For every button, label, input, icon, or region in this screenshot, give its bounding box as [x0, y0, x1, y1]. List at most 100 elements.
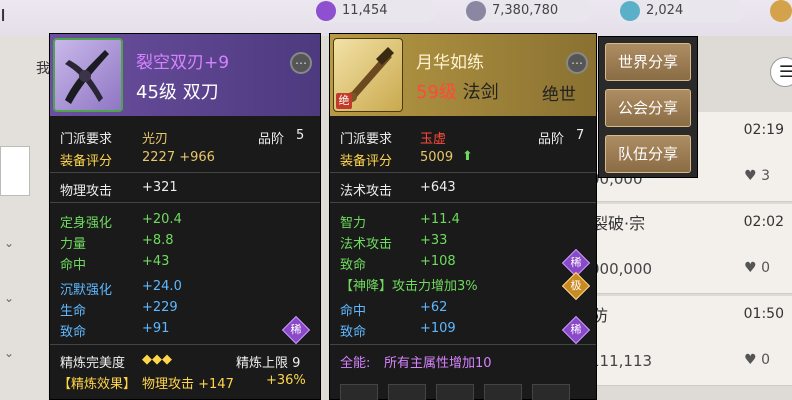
stat-value: +43: [142, 254, 170, 269]
share-panel: 世界分享 公会分享 队伍分享: [598, 36, 698, 178]
sect-label: 门派要求: [60, 132, 113, 147]
gem-slot[interactable]: [532, 384, 570, 400]
stat-label: 定身强化: [60, 216, 113, 231]
chevron-down-icon[interactable]: ⌄: [4, 396, 14, 400]
stat-label: 致命: [340, 325, 367, 340]
allround-label: 全能:: [340, 356, 371, 371]
refine-diamonds: ◆◆◆: [142, 352, 172, 367]
row-time: 02:02: [743, 214, 784, 230]
currency-value: 7,380,780: [492, 3, 559, 18]
gem-slot[interactable]: [340, 384, 378, 400]
divider: [50, 172, 320, 173]
item-icon: 绝: [333, 38, 403, 112]
page-title-fragment: ı: [0, 2, 7, 27]
rare-badge: 稀: [561, 315, 591, 345]
row-amount: 111,113: [590, 352, 653, 370]
row-time: 02:19: [743, 122, 784, 138]
sect-value: 光刃: [142, 132, 169, 147]
stat-label: 沉默强化: [60, 283, 113, 298]
stat-value: +643: [420, 180, 456, 195]
stat-label: 法术攻击: [340, 184, 393, 199]
extreme-badge-label: 极: [570, 279, 582, 292]
gem-slot[interactable]: [484, 384, 522, 400]
stat-label: 智力: [340, 216, 367, 231]
stat-value: +24.0: [142, 279, 182, 294]
score-value: 2227 +966: [142, 150, 215, 165]
jueshi-badge: 绝: [336, 93, 352, 109]
extreme-badge: 极: [561, 271, 591, 301]
chevron-down-icon[interactable]: ⌄: [4, 291, 14, 305]
rare-badge-label: 稀: [570, 323, 582, 336]
like-count[interactable]: ♥ 3: [744, 168, 770, 184]
item-level: 59级: [416, 82, 457, 103]
stat-label: 命中: [340, 304, 367, 319]
grade-value: 7: [576, 128, 585, 143]
team-share-button[interactable]: 队伍分享: [605, 135, 691, 173]
gem-slot[interactable]: [388, 384, 426, 400]
more-options-icon[interactable]: ⋯: [290, 52, 312, 74]
stat-value: +229: [142, 300, 178, 315]
refine-effect-label: 【精炼效果】: [58, 377, 137, 392]
feather-icon: [316, 1, 336, 21]
like-value: 0: [761, 260, 770, 276]
gem-slot[interactable]: [436, 384, 474, 400]
row-time: 01:50: [743, 306, 784, 322]
score-value: 5009: [420, 150, 454, 165]
shenjiang-effect: 【神降】攻击力增加3%: [340, 279, 478, 294]
divider: [50, 202, 320, 203]
like-count[interactable]: ♥ 0: [744, 260, 770, 276]
item-level-type: 59级 法剑: [416, 78, 499, 104]
gem-icon: [620, 1, 640, 21]
item-tooltip-dual-blades: 裂空双刃+9 45级 双刀 ⋯ 门派要求 光刃 品阶 5 装备评分 2227 +…: [49, 33, 321, 400]
more-options-icon[interactable]: ⋯: [566, 52, 588, 74]
refine-label: 精炼完美度: [60, 356, 126, 371]
stat-label: 生命: [60, 304, 87, 319]
allround-value: 所有主属性增加10: [384, 356, 492, 371]
item-type: 法剑: [462, 82, 499, 103]
score-label: 装备评分: [60, 154, 113, 169]
chevron-down-icon[interactable]: ⌄: [4, 236, 14, 250]
menu-icon[interactable]: ☰: [770, 57, 792, 87]
tab-mine[interactable]: 我: [36, 58, 50, 78]
like-count[interactable]: ♥ 0: [744, 352, 770, 368]
item-tooltip-moon-sword: 绝 月华如练 59级 法剑 ⋯ 绝世 门派要求 玉虚 品阶 7 装备评分 500…: [329, 33, 597, 400]
item-icon: [53, 38, 123, 112]
item-header: 绝 月华如练 59级 法剑 ⋯ 绝世: [330, 34, 596, 116]
grade-label: 品阶: [258, 132, 285, 147]
currency-gem: 2,024: [616, 0, 746, 22]
jueshi-label: 绝世: [542, 85, 576, 105]
item-level-type: 45级 双刀: [136, 82, 219, 103]
divider: [330, 202, 596, 203]
score-label: 装备评分: [340, 154, 393, 169]
stat-value: +8.8: [142, 233, 174, 248]
stat-value: +33: [420, 233, 448, 248]
item-name: 月华如练: [416, 53, 484, 73]
stat-label: 力量: [60, 237, 87, 252]
row-name: 裂破·宗: [592, 214, 646, 233]
world-share-button[interactable]: 世界分享: [605, 43, 691, 81]
silver-coin-icon: [466, 1, 486, 21]
stat-label: 命中: [60, 258, 87, 273]
currency-feather: 11,454: [312, 0, 436, 22]
currency-silver: 7,380,780: [462, 0, 592, 22]
currency-value: 11,454: [342, 3, 388, 18]
stat-label: 物理攻击: [60, 184, 113, 199]
stat-value: +108: [420, 254, 456, 269]
like-value: 0: [761, 352, 770, 368]
stat-value: +109: [420, 321, 456, 336]
divider: [330, 344, 596, 345]
stat-value: +91: [142, 321, 170, 336]
guild-share-button[interactable]: 公会分享: [605, 89, 691, 127]
rare-badge: 稀: [281, 315, 311, 345]
sect-value: 玉虚: [420, 132, 447, 147]
refine-percent: +36%: [266, 373, 306, 388]
stat-label: 致命: [340, 258, 367, 273]
divider: [330, 172, 596, 173]
arrow-up-icon: ⬆: [462, 149, 473, 164]
chevron-down-icon[interactable]: ⌄: [4, 346, 14, 360]
sect-label: 门派要求: [340, 132, 393, 147]
refine-effect: 物理攻击 +147: [142, 377, 234, 392]
left-input[interactable]: [0, 146, 30, 196]
stat-label: 致命: [60, 325, 87, 340]
stat-value: +11.4: [420, 212, 460, 227]
